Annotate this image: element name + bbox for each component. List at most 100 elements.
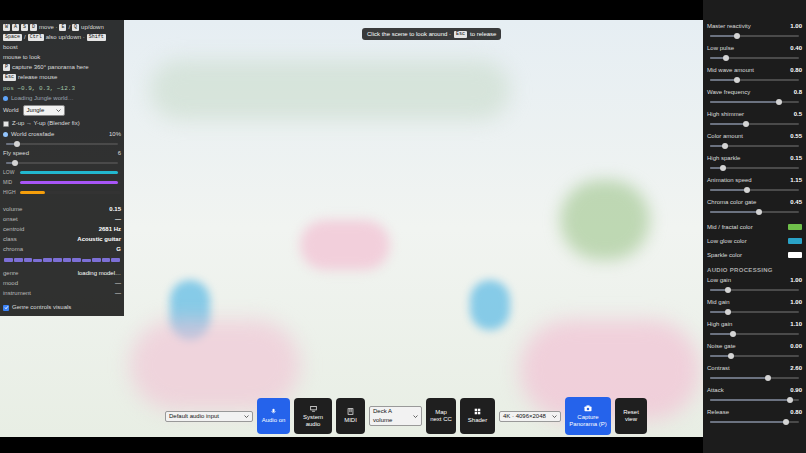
slider[interactable]: [707, 140, 802, 147]
slider-value: 1.15: [790, 176, 802, 184]
slider-knob[interactable]: [744, 187, 750, 193]
audio-on-button[interactable]: Audio on: [257, 398, 290, 434]
slider-row: Contrast2.60: [703, 364, 806, 386]
slider-header: High gain1.10: [707, 320, 802, 328]
slider-knob[interactable]: [756, 209, 762, 215]
slider-knob[interactable]: [783, 419, 789, 425]
slider-track[interactable]: [710, 35, 799, 37]
slider[interactable]: [707, 416, 802, 423]
slider-track[interactable]: [710, 399, 799, 401]
slider[interactable]: [707, 394, 802, 401]
map-cc-button[interactable]: Map next CC: [426, 398, 456, 434]
system-audio-button[interactable]: System audio: [294, 398, 332, 434]
slider-knob[interactable]: [725, 309, 731, 315]
button-label: Map next CC: [429, 409, 453, 423]
scene-view[interactable]: WASDmove ·E/Qup/downSpace/Ctrlalso up/do…: [0, 20, 703, 437]
slider-track[interactable]: [710, 123, 799, 125]
checkbox[interactable]: [3, 121, 9, 127]
slider[interactable]: [707, 52, 802, 59]
slider[interactable]: [707, 306, 802, 313]
slider-track[interactable]: [710, 79, 799, 81]
crossfade-value: 10%: [109, 130, 121, 139]
slider-knob[interactable]: [14, 141, 20, 147]
slider-track[interactable]: [710, 421, 799, 423]
slider[interactable]: [707, 96, 802, 103]
checkbox[interactable]: [3, 305, 9, 311]
slider[interactable]: [707, 284, 802, 291]
help-line: mouse to look: [3, 53, 121, 62]
slider[interactable]: [707, 74, 802, 81]
slider[interactable]: [707, 30, 802, 37]
slider-row: Mid gain1.00: [703, 298, 806, 320]
slider-knob[interactable]: [723, 55, 729, 61]
slider-row: Attack0.90: [703, 386, 806, 408]
slider-fill: [710, 79, 737, 81]
slider-row: Master reactivity1.00: [703, 22, 806, 44]
color-swatch[interactable]: [788, 252, 802, 258]
meter-fill: [20, 191, 45, 194]
slider-header: Color amount0.55: [707, 132, 802, 140]
slider-value: 0.45: [790, 198, 802, 206]
crossfade-slider[interactable]: [3, 140, 121, 148]
slider[interactable]: [707, 350, 802, 357]
help-text: boost: [3, 43, 18, 52]
slider-knob[interactable]: [720, 165, 726, 171]
color-label: Sparkle color: [707, 251, 742, 259]
shader-button[interactable]: Shader: [460, 398, 495, 434]
slider-label: Attack: [707, 386, 724, 394]
slider-header: Noise gate0.00: [707, 342, 802, 350]
slider-track[interactable]: [710, 211, 799, 213]
metric-row: volume0.15: [3, 205, 121, 214]
midi-button[interactable]: MIDI: [336, 398, 365, 434]
slider[interactable]: [707, 162, 802, 169]
scene-blob: [130, 320, 300, 410]
slider-track[interactable]: [710, 289, 799, 291]
slider-header: Master reactivity1.00: [707, 22, 802, 30]
slider-knob[interactable]: [730, 331, 736, 337]
check-icon: [4, 305, 9, 310]
midi-target-select[interactable]: Deck A volume: [369, 406, 422, 426]
reset-view-button[interactable]: Reset view: [615, 398, 647, 434]
color-swatch[interactable]: [788, 238, 802, 244]
slider-knob[interactable]: [12, 160, 18, 166]
color-swatch[interactable]: [788, 224, 802, 230]
meter-fill: [20, 171, 118, 174]
slider-header: Release0.80: [707, 408, 802, 416]
capture-panorama-button[interactable]: Capture Panorama (P): [565, 397, 611, 435]
slider[interactable]: [707, 372, 802, 379]
slider-knob[interactable]: [765, 375, 771, 381]
slider-track[interactable]: [6, 162, 118, 164]
slider[interactable]: [707, 328, 802, 335]
slider-knob[interactable]: [725, 287, 731, 293]
slider-track[interactable]: [710, 377, 799, 379]
slider-track[interactable]: [710, 355, 799, 357]
band-meter: MID: [3, 178, 121, 187]
fly-speed-slider[interactable]: [3, 159, 121, 167]
slider-track[interactable]: [710, 311, 799, 313]
resolution-select[interactable]: 4K · 4096×2048: [499, 411, 561, 422]
slider-track[interactable]: [710, 145, 799, 147]
key-badge: D: [30, 24, 37, 31]
world-select[interactable]: Jungle: [23, 105, 65, 116]
slider-knob[interactable]: [728, 353, 734, 359]
slider-row: Color amount0.55: [703, 132, 806, 154]
slider-knob[interactable]: [722, 143, 728, 149]
slider-track[interactable]: [710, 101, 799, 103]
slider-track[interactable]: [710, 167, 799, 169]
slider[interactable]: [707, 184, 802, 191]
slider-knob[interactable]: [776, 99, 782, 105]
slider-knob[interactable]: [743, 121, 749, 127]
audio-input-select[interactable]: Default audio input: [165, 411, 253, 422]
slider[interactable]: [707, 118, 802, 125]
slider-track[interactable]: [6, 143, 118, 145]
scene-blob: [560, 180, 650, 260]
slider-track[interactable]: [710, 57, 799, 59]
help-text: release mouse: [18, 73, 57, 82]
info-value: loading model…: [78, 269, 121, 278]
slider-track[interactable]: [710, 333, 799, 335]
slider-knob[interactable]: [787, 397, 793, 403]
slider[interactable]: [707, 206, 802, 213]
slider-knob[interactable]: [734, 77, 740, 83]
slider-track[interactable]: [710, 189, 799, 191]
slider-knob[interactable]: [734, 33, 740, 39]
